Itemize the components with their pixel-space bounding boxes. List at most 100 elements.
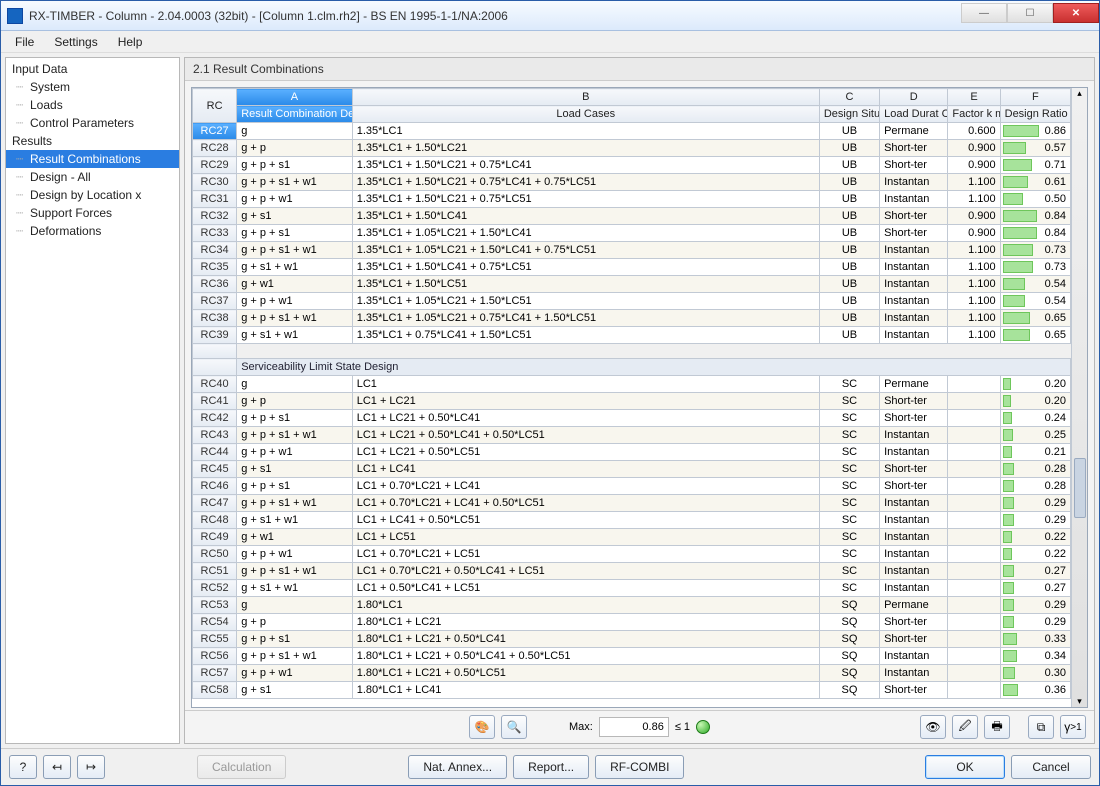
table-row[interactable]: RC53g1.80*LC1SQPermane0.29 — [193, 597, 1071, 614]
table-row[interactable]: RC37g + p + w11.35*LC1 + 1.05*LC21 + 1.5… — [193, 293, 1071, 310]
sidebar-item-deformations[interactable]: Deformations — [6, 222, 179, 240]
row-header[interactable]: RC55 — [193, 631, 237, 648]
table-row[interactable]: RC34g + p + s1 + w11.35*LC1 + 1.05*LC21 … — [193, 242, 1071, 259]
scroll-up-icon[interactable]: ▴ — [1077, 88, 1082, 99]
tb-view-button[interactable]: 👁 — [920, 715, 946, 739]
table-row[interactable]: RC38g + p + s1 + w11.35*LC1 + 1.05*LC21 … — [193, 310, 1071, 327]
row-header[interactable]: RC45 — [193, 461, 237, 478]
table-row[interactable]: RC32g + s11.35*LC1 + 1.50*LC41UBShort-te… — [193, 208, 1071, 225]
row-header[interactable]: RC44 — [193, 444, 237, 461]
table-row[interactable]: RC42g + p + s1LC1 + LC21 + 0.50*LC41SCSh… — [193, 410, 1071, 427]
table-row[interactable]: RC33g + p + s11.35*LC1 + 1.05*LC21 + 1.5… — [193, 225, 1071, 242]
row-header[interactable]: RC39 — [193, 327, 237, 344]
table-row[interactable]: RC48g + s1 + w1LC1 + LC41 + 0.50*LC51SCI… — [193, 512, 1071, 529]
sidebar-group-results[interactable]: Results — [6, 132, 179, 150]
vertical-scrollbar[interactable]: ▴ ▾ — [1071, 88, 1087, 707]
table-row[interactable]: RC28g + p1.35*LC1 + 1.50*LC21UBShort-ter… — [193, 140, 1071, 157]
table-row[interactable]: RC39g + s1 + w11.35*LC1 + 0.75*LC41 + 1.… — [193, 327, 1071, 344]
table-row[interactable]: RC40gLC1SCPermane0.20 — [193, 376, 1071, 393]
row-header[interactable]: RC54 — [193, 614, 237, 631]
next-button[interactable]: ↦ — [77, 755, 105, 779]
col-letter-e[interactable]: E — [948, 89, 1000, 106]
table-row[interactable]: RC36g + w11.35*LC1 + 1.50*LC51UBInstanta… — [193, 276, 1071, 293]
table-row[interactable]: RC50g + p + w1LC1 + 0.70*LC21 + LC51SCIn… — [193, 546, 1071, 563]
table-row[interactable]: RC29g + p + s11.35*LC1 + 1.50*LC21 + 0.7… — [193, 157, 1071, 174]
sidebar-item-loads[interactable]: Loads — [6, 96, 179, 114]
close-button[interactable]: ✕ — [1053, 3, 1099, 23]
scroll-down-icon[interactable]: ▾ — [1077, 696, 1082, 707]
prev-button[interactable]: ↤ — [43, 755, 71, 779]
rf-combi-button[interactable]: RF-COMBI — [595, 755, 684, 779]
sidebar-item-design-location[interactable]: Design by Location x — [6, 186, 179, 204]
max-value-field[interactable] — [599, 717, 669, 737]
row-header[interactable]: RC43 — [193, 427, 237, 444]
row-header[interactable]: RC49 — [193, 529, 237, 546]
help-button[interactable]: ? — [9, 755, 37, 779]
row-header[interactable]: RC53 — [193, 597, 237, 614]
sidebar-item-design-all[interactable]: Design - All — [6, 168, 179, 186]
row-header[interactable]: RC40 — [193, 376, 237, 393]
col-loadcases[interactable]: Load Cases — [352, 106, 819, 123]
row-header[interactable]: RC35 — [193, 259, 237, 276]
tb-filter-button[interactable]: 🔍 — [501, 715, 527, 739]
row-header[interactable]: RC41 — [193, 393, 237, 410]
nat-annex-button[interactable]: Nat. Annex... — [408, 755, 507, 779]
table-row[interactable]: RC58g + s11.80*LC1 + LC41SQShort-ter0.36 — [193, 682, 1071, 699]
sidebar-group-input[interactable]: Input Data — [6, 60, 179, 78]
sidebar-item-result-combinations[interactable]: Result Combinations — [6, 150, 179, 168]
row-header[interactable]: RC47 — [193, 495, 237, 512]
row-header[interactable]: RC58 — [193, 682, 237, 699]
results-grid[interactable]: RC A B C D E F Result Combination Descri… — [191, 87, 1088, 708]
tb-colors-button[interactable]: 🎨 — [469, 715, 495, 739]
sidebar-item-system[interactable]: System — [6, 78, 179, 96]
row-header[interactable]: RC57 — [193, 665, 237, 682]
col-letter-f[interactable]: F — [1000, 89, 1070, 106]
row-header[interactable]: RC38 — [193, 310, 237, 327]
table-row[interactable]: RC47g + p + s1 + w1LC1 + 0.70*LC21 + LC4… — [193, 495, 1071, 512]
table-row[interactable]: RC31g + p + w11.35*LC1 + 1.50*LC21 + 0.7… — [193, 191, 1071, 208]
row-header[interactable]: RC32 — [193, 208, 237, 225]
col-ldc[interactable]: Load Durat Class (LDC — [880, 106, 948, 123]
tb-select-button[interactable]: 🖉 — [952, 715, 978, 739]
ok-button[interactable]: OK — [925, 755, 1005, 779]
table-row[interactable]: RC51g + p + s1 + w1LC1 + 0.70*LC21 + 0.5… — [193, 563, 1071, 580]
row-header[interactable]: RC52 — [193, 580, 237, 597]
table-row[interactable]: RC57g + p + w11.80*LC1 + LC21 + 0.50*LC5… — [193, 665, 1071, 682]
row-header[interactable]: RC27 — [193, 123, 237, 140]
row-header[interactable]: RC31 — [193, 191, 237, 208]
table-row[interactable]: RC41g + pLC1 + LC21SCShort-ter0.20 — [193, 393, 1071, 410]
tb-goto-button[interactable]: γ>1 — [1060, 715, 1086, 739]
menu-help[interactable]: Help — [108, 33, 153, 51]
minimize-button[interactable]: — — [961, 3, 1007, 23]
menu-file[interactable]: File — [5, 33, 44, 51]
menu-settings[interactable]: Settings — [44, 33, 107, 51]
row-header[interactable]: RC51 — [193, 563, 237, 580]
sidebar-item-control[interactable]: Control Parameters — [6, 114, 179, 132]
row-header[interactable]: RC42 — [193, 410, 237, 427]
sidebar-item-support-forces[interactable]: Support Forces — [6, 204, 179, 222]
row-header[interactable]: RC56 — [193, 648, 237, 665]
row-header[interactable]: RC29 — [193, 157, 237, 174]
col-kmod[interactable]: Factor k mod — [948, 106, 1000, 123]
table-row[interactable]: RC54g + p1.80*LC1 + LC21SQShort-ter0.29 — [193, 614, 1071, 631]
row-header[interactable]: RC28 — [193, 140, 237, 157]
row-header[interactable]: RC50 — [193, 546, 237, 563]
table-row[interactable]: RC43g + p + s1 + w1LC1 + LC21 + 0.50*LC4… — [193, 427, 1071, 444]
col-letter-a[interactable]: A — [237, 89, 353, 106]
row-header[interactable]: RC36 — [193, 276, 237, 293]
table-row[interactable]: RC30g + p + s1 + w11.35*LC1 + 1.50*LC21 … — [193, 174, 1071, 191]
col-letter-c[interactable]: C — [819, 89, 879, 106]
scroll-thumb[interactable] — [1074, 458, 1086, 518]
tb-export-button[interactable]: ⧉ — [1028, 715, 1054, 739]
row-header[interactable]: RC33 — [193, 225, 237, 242]
tb-print-button[interactable]: 🖶 — [984, 715, 1010, 739]
col-rc[interactable]: RC — [193, 89, 237, 123]
table-row[interactable]: RC52g + s1 + w1LC1 + 0.50*LC41 + LC51SCI… — [193, 580, 1071, 597]
row-header[interactable]: RC37 — [193, 293, 237, 310]
table-row[interactable]: RC44g + p + w1LC1 + LC21 + 0.50*LC51SCIn… — [193, 444, 1071, 461]
col-description[interactable]: Result Combination Description — [237, 106, 353, 123]
table-row[interactable]: RC27g1.35*LC1UBPermane0.6000.86 — [193, 123, 1071, 140]
calculation-button[interactable]: Calculation — [197, 755, 286, 779]
row-header[interactable]: RC34 — [193, 242, 237, 259]
table-row[interactable]: RC49g + w1LC1 + LC51SCInstantan0.22 — [193, 529, 1071, 546]
